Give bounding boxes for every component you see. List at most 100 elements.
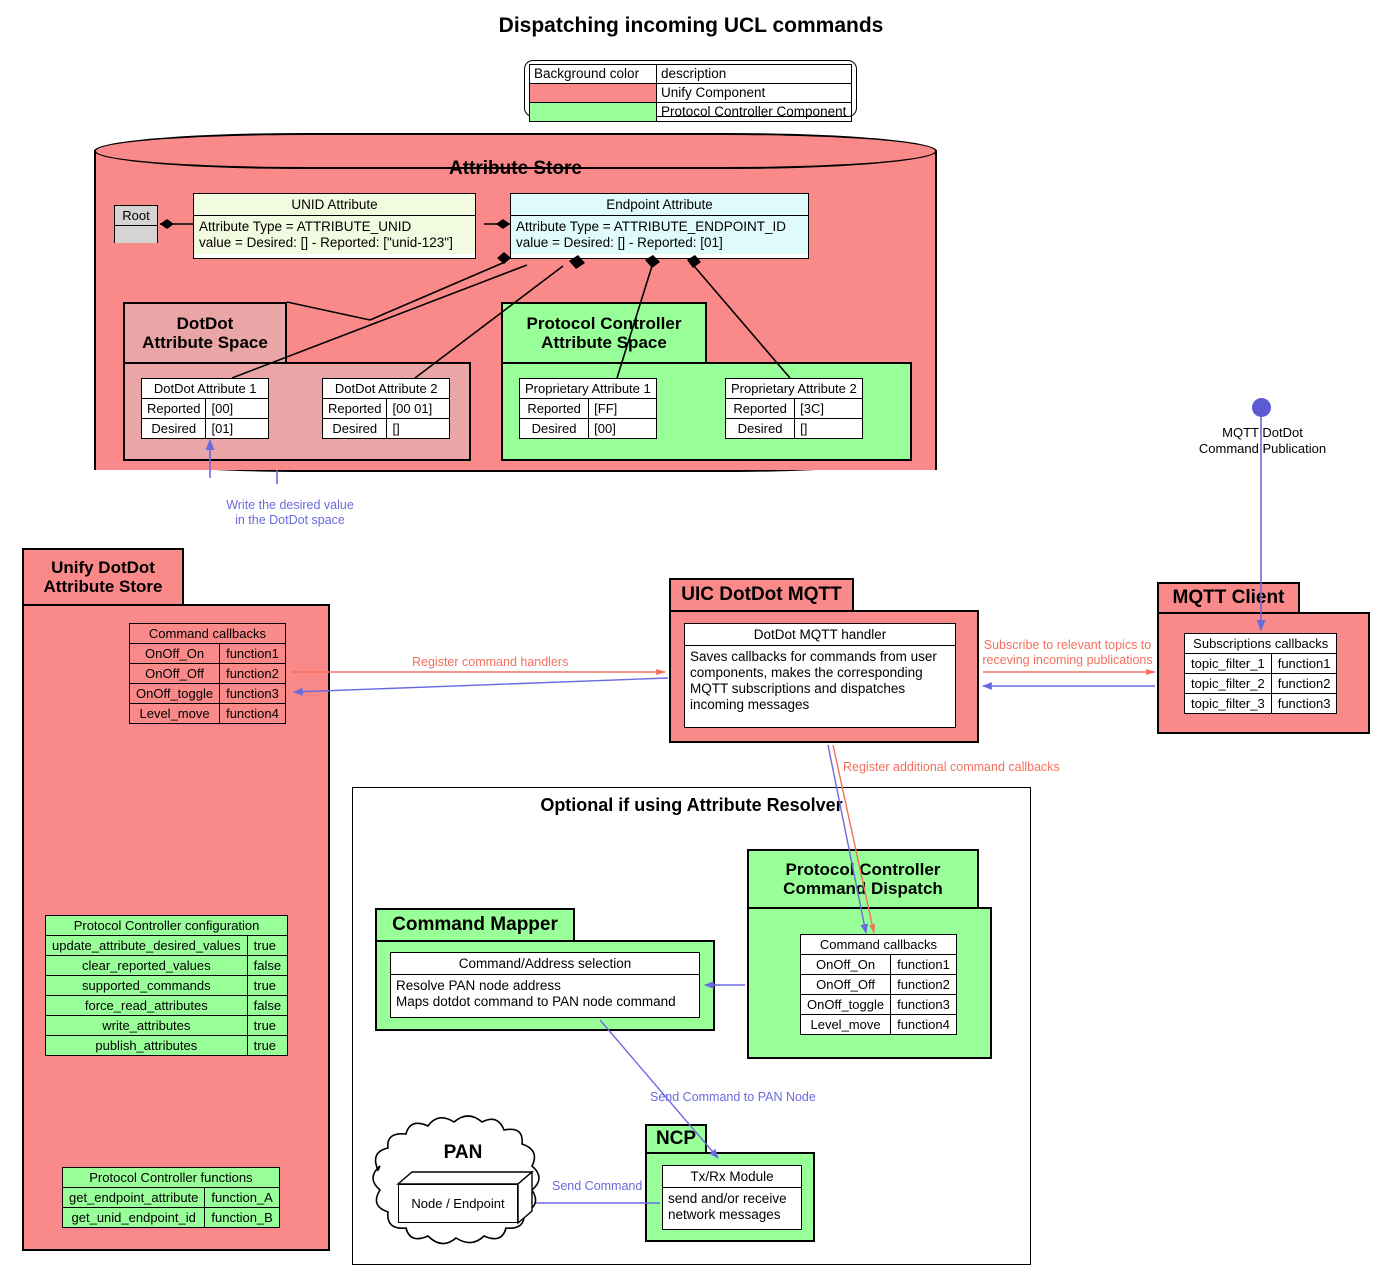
callback-function: function2 bbox=[1270, 673, 1338, 694]
legend-swatch-protocol-controller bbox=[529, 102, 657, 122]
mqtt-publication-label: MQTT DotDot Command Publication bbox=[1160, 425, 1365, 457]
mqtt-publication-label-line2: Command Publication bbox=[1198, 441, 1327, 456]
reported-label: Reported bbox=[518, 398, 590, 419]
config-value: true bbox=[246, 975, 289, 996]
unid-attribute-name: UNID Attribute bbox=[194, 194, 475, 216]
function-key: get_endpoint_attribute bbox=[61, 1187, 206, 1208]
unify-dotdot-attribute-store-tab: Unify DotDot Attribute Store bbox=[22, 548, 184, 604]
table-header: Protocol Controller configuration bbox=[44, 915, 289, 936]
uic-dotdot-mqtt-tab: UIC DotDot MQTT bbox=[669, 578, 854, 610]
dotdot-attribute-space-tab: DotDot Attribute Space bbox=[123, 302, 287, 362]
config-key: update_attribute_desired_values bbox=[45, 935, 248, 956]
label-send-command: Send Command bbox=[552, 1179, 643, 1193]
legend-box: Background color description Unify Compo… bbox=[524, 60, 857, 122]
dotdot-attribute-1-name: DotDot Attribute 1 bbox=[140, 378, 270, 399]
label-register-additional-callbacks: Register additional command callbacks bbox=[843, 760, 1060, 774]
mqtt-client-tab: MQTT Client bbox=[1157, 582, 1300, 612]
desired-label: Desired bbox=[518, 418, 590, 439]
callback-function: function2 bbox=[219, 663, 286, 684]
callback-name: OnOff_On bbox=[128, 643, 221, 664]
table-row: OnOff_toggle function3 bbox=[128, 683, 286, 704]
dotdot-space-title-line1: DotDot bbox=[176, 313, 234, 333]
proprietary-attribute-1-name: Proprietary Attribute 1 bbox=[519, 378, 657, 399]
proprietary-attribute-1: Proprietary Attribute 1 Reported [FF] De… bbox=[518, 378, 657, 439]
page-title: Dispatching incoming UCL commands bbox=[498, 14, 884, 37]
callback-name: OnOff_toggle bbox=[128, 683, 221, 704]
root-node-label: Root bbox=[115, 206, 157, 226]
pan-title: PAN bbox=[443, 1142, 483, 1163]
callback-function: function1 bbox=[1270, 653, 1338, 674]
callback-name: OnOff_Off bbox=[128, 663, 221, 684]
desired-value: [] bbox=[794, 418, 863, 439]
protocol-controller-functions-table: Protocol Controller functions get_endpoi… bbox=[61, 1167, 280, 1228]
config-key: publish_attributes bbox=[45, 1035, 248, 1056]
legend-swatch-unify bbox=[529, 83, 657, 103]
function-value: function_A bbox=[204, 1187, 280, 1208]
label-line2: receving incoming publications bbox=[982, 653, 1153, 667]
label-subscribe-topics: Subscribe to relevant topics to receving… bbox=[975, 638, 1160, 668]
dotdot-attribute-1: DotDot Attribute 1 Reported [00] Desired… bbox=[140, 378, 270, 439]
dotdot-attribute-2-name: DotDot Attribute 2 bbox=[321, 378, 451, 399]
topic-filter: topic_filter_1 bbox=[1184, 653, 1272, 674]
dotdot-mqtt-handler-name: DotDot MQTT handler bbox=[685, 624, 955, 646]
callback-function: function2 bbox=[890, 974, 957, 995]
config-value: false bbox=[246, 955, 289, 976]
protocol-controller-command-dispatch-tab: Protocol Controller Command Dispatch bbox=[747, 849, 979, 907]
endpoint-attribute-body: Attribute Type = ATTRIBUTE_ENDPOINT_ID v… bbox=[511, 216, 808, 254]
mqtt-publication-port-icon bbox=[1252, 398, 1271, 417]
table-row: Level_move function4 bbox=[799, 1014, 957, 1035]
config-key: write_attributes bbox=[45, 1015, 248, 1036]
desired-value: [01] bbox=[205, 418, 270, 439]
tx-rx-module-class: Tx/Rx Module send and/or receive network… bbox=[662, 1165, 802, 1230]
table-row: force_read_attributes false bbox=[45, 995, 289, 1016]
label-line2: in the DotDot space bbox=[235, 513, 345, 527]
tx-rx-line2: network messages bbox=[668, 1207, 781, 1222]
table-row: get_endpoint_attribute function_A bbox=[61, 1187, 280, 1208]
dotdot-attribute-2: DotDot Attribute 2 Reported [00 01] Desi… bbox=[321, 378, 451, 439]
tx-rx-module-name: Tx/Rx Module bbox=[663, 1166, 801, 1188]
unid-attribute-class: UNID Attribute Attribute Type = ATTRIBUT… bbox=[193, 193, 476, 259]
reported-label: Reported bbox=[321, 398, 388, 419]
table-row: update_attribute_desired_values true bbox=[45, 935, 289, 956]
ncp-tab: NCP bbox=[645, 1124, 707, 1152]
label-register-command-handlers: Register command handlers bbox=[412, 655, 569, 669]
table-row: OnOff_Off function2 bbox=[128, 663, 286, 684]
table-row: OnOff_Off function2 bbox=[799, 974, 957, 995]
reported-value: [FF] bbox=[588, 398, 657, 419]
reported-label: Reported bbox=[140, 398, 207, 419]
callback-function: function3 bbox=[890, 994, 957, 1015]
callback-name: OnOff_toggle bbox=[799, 994, 892, 1015]
node-endpoint-label-box: Node / Endpoint bbox=[398, 1184, 518, 1223]
unid-attribute-type: Attribute Type = ATTRIBUTE_UNID bbox=[199, 219, 412, 234]
legend-desc-protocol-controller: Protocol Controller Component bbox=[656, 102, 852, 122]
dotdot-mqtt-handler-class: DotDot MQTT handler Saves callbacks for … bbox=[684, 623, 956, 728]
config-value: true bbox=[246, 1035, 289, 1056]
proprietary-attribute-2-name: Proprietary Attribute 2 bbox=[725, 378, 863, 399]
table-row: Level_move function4 bbox=[128, 703, 286, 724]
mqtt-publication-label-line1: MQTT DotDot bbox=[1222, 425, 1303, 440]
desired-value: [00] bbox=[588, 418, 657, 439]
callback-function: function4 bbox=[890, 1014, 957, 1035]
reported-value: [00] bbox=[205, 398, 270, 419]
dotdot-space-title-line2: Attribute Space bbox=[142, 333, 268, 352]
table-row: OnOff_On function1 bbox=[128, 643, 286, 664]
table-row: topic_filter_1 function1 bbox=[1184, 653, 1338, 674]
dispatch-command-callbacks-table: Command callbacks OnOff_On function1 OnOf… bbox=[799, 934, 957, 1035]
callback-function: function1 bbox=[890, 954, 957, 975]
table-header: Subscriptions callbacks bbox=[1183, 633, 1338, 654]
table-header: Command callbacks bbox=[129, 623, 286, 644]
desired-value: [] bbox=[386, 418, 451, 439]
attribute-store-title: Attribute Store bbox=[449, 158, 582, 179]
table-row: OnOff_toggle function3 bbox=[799, 994, 957, 1015]
root-node-body bbox=[115, 226, 157, 243]
protocol-controller-configuration-table: Protocol Controller configuration update… bbox=[44, 915, 289, 1056]
callback-function: function1 bbox=[219, 643, 286, 664]
callback-name: OnOff_On bbox=[799, 954, 892, 975]
unid-attribute-value: value = Desired: [] - Reported: ["unid-1… bbox=[199, 235, 453, 250]
pcd-title-line1: Protocol Controller bbox=[785, 859, 941, 879]
callback-function: function3 bbox=[1270, 693, 1338, 714]
table-row: topic_filter_2 function2 bbox=[1184, 673, 1338, 694]
config-key: clear_reported_values bbox=[45, 955, 248, 976]
endpoint-attribute-class: Endpoint Attribute Attribute Type = ATTR… bbox=[510, 193, 809, 259]
legend-desc-unify: Unify Component bbox=[656, 83, 852, 103]
